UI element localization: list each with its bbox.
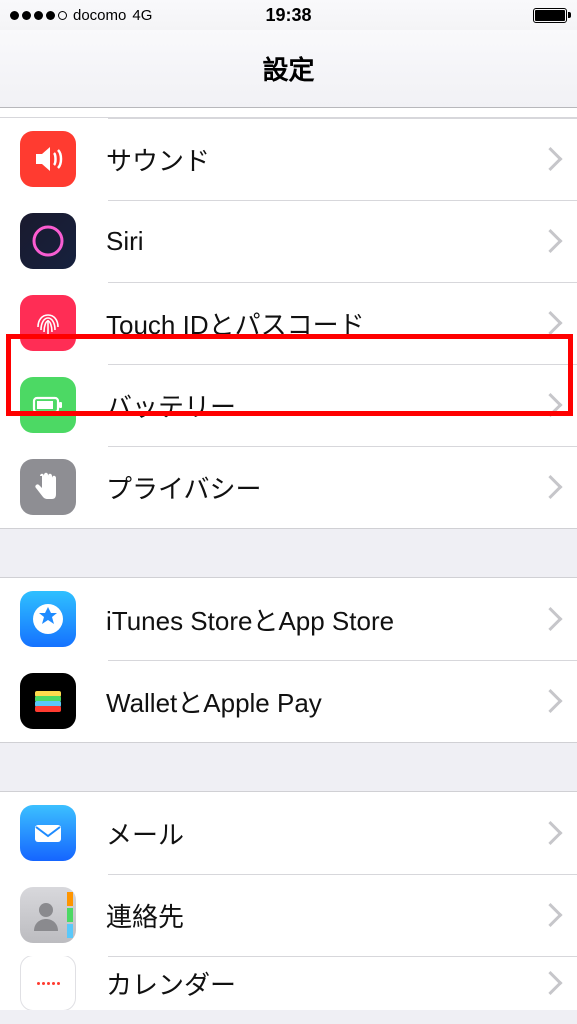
row-label: メール [106, 815, 184, 852]
settings-row-siri[interactable]: Siri [0, 200, 577, 282]
appstore-icon [20, 591, 76, 647]
row-label: iTunes StoreとApp Store [106, 601, 394, 638]
status-left: docomo 4G [10, 7, 152, 24]
row-label: サウンド [106, 141, 210, 178]
battery-row-icon [20, 377, 76, 433]
signal-strength-icon [10, 11, 67, 20]
row-label: カレンダー [106, 965, 236, 1002]
row-label: Touch IDとパスコード [106, 305, 365, 342]
section-gap [0, 742, 577, 792]
row-label: Siri [106, 226, 144, 257]
status-bar: docomo 4G 19:38 [0, 0, 577, 30]
settings-row-battery[interactable]: バッテリー [0, 364, 577, 446]
settings-row-itunes[interactable]: iTunes StoreとApp Store [0, 578, 577, 660]
row-label: バッテリー [106, 387, 236, 424]
section-gap [0, 528, 577, 578]
mail-icon [20, 805, 76, 861]
carrier-label: docomo [73, 7, 126, 24]
settings-row-wallet[interactable]: WalletとApple Pay [0, 660, 577, 742]
siri-icon [20, 213, 76, 269]
page-title: 設定 [262, 50, 314, 87]
settings-row-sounds[interactable]: サウンド [0, 118, 577, 200]
clock-label: 19:38 [265, 5, 311, 26]
settings-list: サウンド Siri Touch IDとパスコード バッテリー プライバシー iT… [0, 108, 577, 1010]
battery-icon [533, 8, 567, 23]
settings-row-contacts[interactable]: 連絡先 [0, 874, 577, 956]
wallet-icon [20, 673, 76, 729]
network-label: 4G [132, 7, 152, 24]
row-label: WalletとApple Pay [106, 683, 322, 720]
settings-row-privacy[interactable]: プライバシー [0, 446, 577, 528]
calendar-icon [20, 956, 76, 1010]
hand-icon [20, 459, 76, 515]
settings-row-mail[interactable]: メール [0, 792, 577, 874]
settings-row-calendar[interactable]: カレンダー [0, 956, 577, 1010]
contacts-icon [20, 887, 76, 943]
nav-bar: 設定 [0, 30, 577, 108]
fingerprint-icon [20, 295, 76, 351]
settings-row-touchid[interactable]: Touch IDとパスコード [0, 282, 577, 364]
row-label: プライバシー [106, 469, 261, 506]
speaker-icon [20, 131, 76, 187]
row-label: 連絡先 [106, 897, 184, 934]
